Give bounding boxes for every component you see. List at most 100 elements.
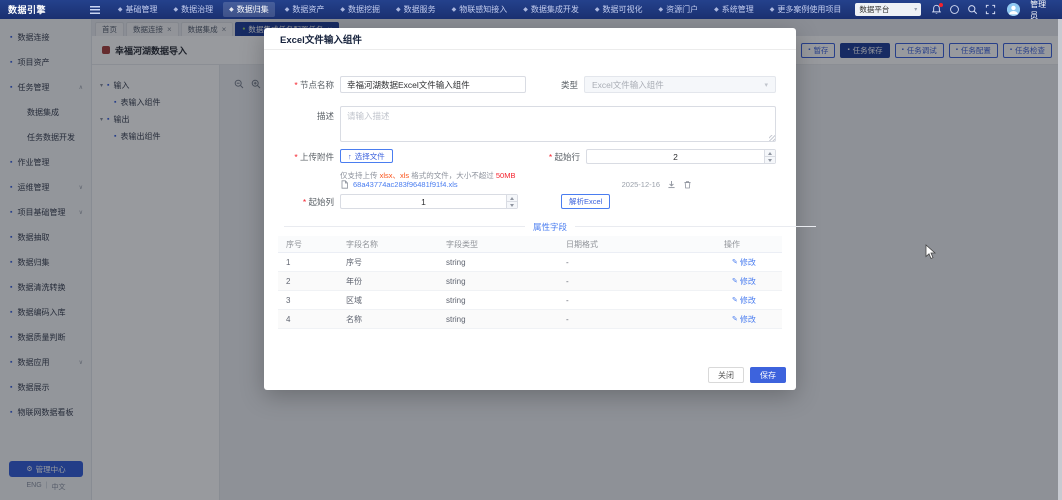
start-row-input[interactable]: 2	[586, 149, 776, 164]
description-label: 描述	[316, 111, 334, 121]
cell-actions: ✎ 修改	[716, 295, 782, 306]
cell-date-format: -	[566, 314, 569, 324]
workspace-select-value: 数据平台	[859, 5, 890, 14]
section-divider: 属性字段	[284, 221, 816, 233]
close-button[interactable]: 关闭	[708, 367, 744, 383]
allowed-formats: xlsx、xls	[379, 171, 410, 180]
edit-action[interactable]: 修改	[740, 276, 756, 287]
topnav-item[interactable]: ◆ 数据归集	[223, 2, 275, 17]
topnav-item[interactable]: ◆ 系统管理	[708, 2, 760, 17]
data-governance-icon: ◆	[173, 6, 179, 13]
cell-actions: ✎ 修改	[716, 257, 782, 268]
parse-excel-button[interactable]: 解析Excel	[561, 194, 611, 209]
user-avatar[interactable]	[1007, 3, 1021, 16]
scrollbar[interactable]	[1058, 19, 1062, 500]
description-textarea[interactable]	[340, 106, 776, 142]
cell-actions: ✎ 修改	[716, 314, 782, 325]
topnav-item[interactable]: ◆ 数据服务	[390, 2, 442, 17]
cell-field-name: 序号	[346, 257, 362, 267]
topnav-item[interactable]: ◆ 数据资产	[279, 2, 331, 17]
chevron-down-icon: ▾	[764, 81, 768, 89]
file-date: 2025-12-16	[621, 180, 660, 189]
iot-access-icon: ◆	[451, 6, 457, 13]
topnav-item[interactable]: ◆ 物联感知接入	[446, 2, 514, 17]
start-col-input[interactable]: 1	[340, 194, 518, 209]
topnav-item-label: 更多案例使用项目	[777, 5, 842, 14]
edit-icon: ✎	[732, 316, 738, 323]
notification-bell-icon[interactable]	[931, 3, 944, 15]
cell-index: 4	[286, 314, 291, 324]
document-icon	[340, 180, 349, 189]
cell-field-type: string	[446, 295, 466, 305]
edit-action[interactable]: 修改	[740, 314, 756, 325]
topnav-item-label: 资源门户	[666, 5, 699, 14]
app-logo: 数据引擎	[8, 5, 47, 15]
topnav-item-label: 系统管理	[721, 5, 754, 14]
edit-action[interactable]: 修改	[740, 295, 756, 306]
top-navbar: 数据引擎 ◆ 基础管理 ◆ 数据治理 ◆ 数据归集 ◆ 数据资产 ◆ 数据挖掘 ◆ 数据服务 ◆ 物联感知…	[0, 0, 1062, 20]
delete-icon[interactable]	[683, 180, 692, 189]
hamburger-menu-icon[interactable]	[89, 5, 100, 14]
dialog-header: Excel文件输入组件	[264, 28, 796, 50]
fields-table: 序号 字段名称 字段类型 日期格式 操作 1 序号 string - ✎ 修改 2 年份 string -…	[278, 236, 782, 329]
cell-field-name: 年份	[346, 276, 362, 286]
cell-field-name: 名称	[346, 314, 362, 324]
search-icon[interactable]	[967, 4, 978, 15]
resize-handle[interactable]	[769, 135, 775, 141]
fullscreen-icon[interactable]	[985, 4, 996, 15]
table-row: 4 名称 string - ✎ 修改	[278, 310, 782, 329]
excel-input-dialog: Excel文件输入组件 节点名称 类型 Excel文件输入组件 ▾ 描述 上传附…	[264, 28, 816, 390]
cell-date-format: -	[566, 276, 569, 286]
topnav-item[interactable]: ◆ 资源门户	[652, 2, 704, 17]
type-select[interactable]: Excel文件输入组件 ▾	[584, 76, 776, 93]
data-mining-icon: ◆	[340, 6, 345, 13]
system-mgmt-icon: ◆	[714, 6, 719, 13]
stepper-down-icon[interactable]	[507, 202, 517, 208]
topnav-item[interactable]: ◆ 数据治理	[167, 2, 219, 17]
topnav-item-label: 数据集成开发	[530, 5, 579, 14]
portal-icon: ◆	[658, 6, 664, 13]
cell-field-name: 区域	[346, 295, 362, 305]
app-root: 数据引擎 ◆ 基础管理 ◆ 数据治理 ◆ 数据归集 ◆ 数据资产 ◆ 数据挖掘 ◆ 数据服务 ◆ 物联感知…	[0, 0, 1062, 500]
table-row: 3 区域 string - ✎ 修改	[278, 291, 782, 310]
topnav-item-label: 数据可视化	[602, 5, 643, 14]
file-meta: 2025-12-16	[622, 180, 692, 189]
top-menu: ◆ 基础管理 ◆ 数据治理 ◆ 数据归集 ◆ 数据资产 ◆ 数据挖掘 ◆ 数据服务 ◆ 物联感知接入 ◆ 数据…	[112, 2, 848, 17]
type-select-value: Excel文件输入组件	[592, 79, 664, 90]
cell-date-format: -	[566, 257, 569, 267]
cell-field-type: string	[446, 314, 466, 324]
topnav-item[interactable]: ◆ 数据挖掘	[334, 2, 386, 17]
topnav-item-label: 数据资产	[292, 5, 325, 14]
save-button[interactable]: 保存	[750, 367, 786, 383]
stepper-down-icon[interactable]	[765, 157, 775, 163]
topnav-item[interactable]: ◆ 基础管理	[112, 2, 164, 17]
section-divider-label: 属性字段	[524, 221, 576, 233]
column-header: 操作	[724, 239, 740, 249]
topnav-item-label: 基础管理	[125, 5, 158, 14]
topnav-item-label: 数据治理	[181, 5, 214, 14]
number-stepper	[764, 150, 775, 163]
edit-icon: ✎	[732, 278, 738, 285]
dialog-body: 节点名称 类型 Excel文件输入组件 ▾ 描述 上传附件 ↑ 选择文件 起始行	[264, 50, 816, 352]
node-name-input[interactable]	[340, 76, 526, 93]
start-row-value: 2	[673, 151, 678, 162]
stepper-up-icon[interactable]	[507, 195, 517, 202]
theme-circle-icon[interactable]	[949, 4, 960, 15]
choose-file-button[interactable]: ↑ 选择文件	[340, 149, 393, 163]
topnav-item[interactable]: ◆ 数据集成开发	[517, 2, 585, 17]
topnav-item-label: 数据服务	[403, 5, 436, 14]
start-col-label: 起始列	[264, 194, 334, 210]
edit-action[interactable]: 修改	[740, 257, 756, 268]
topnav-item[interactable]: ◆ 数据可视化	[589, 2, 649, 17]
notification-badge	[939, 3, 944, 7]
uploaded-file-link[interactable]: 68a43774ac283f96481f91f4.xls	[353, 180, 458, 189]
table-header-row: 序号 字段名称 字段类型 日期格式 操作	[278, 236, 782, 253]
workspace-select[interactable]: 数据平台 ▾	[855, 3, 922, 16]
download-icon[interactable]	[667, 180, 676, 189]
topnav-item-label: 数据挖掘	[347, 5, 380, 14]
topnav-item[interactable]: ◆ 更多案例使用项目	[764, 2, 848, 17]
table-row: 2 年份 string - ✎ 修改	[278, 272, 782, 291]
stepper-up-icon[interactable]	[765, 150, 775, 157]
column-header: 字段名称	[346, 239, 378, 249]
data-collection-icon: ◆	[229, 6, 234, 13]
